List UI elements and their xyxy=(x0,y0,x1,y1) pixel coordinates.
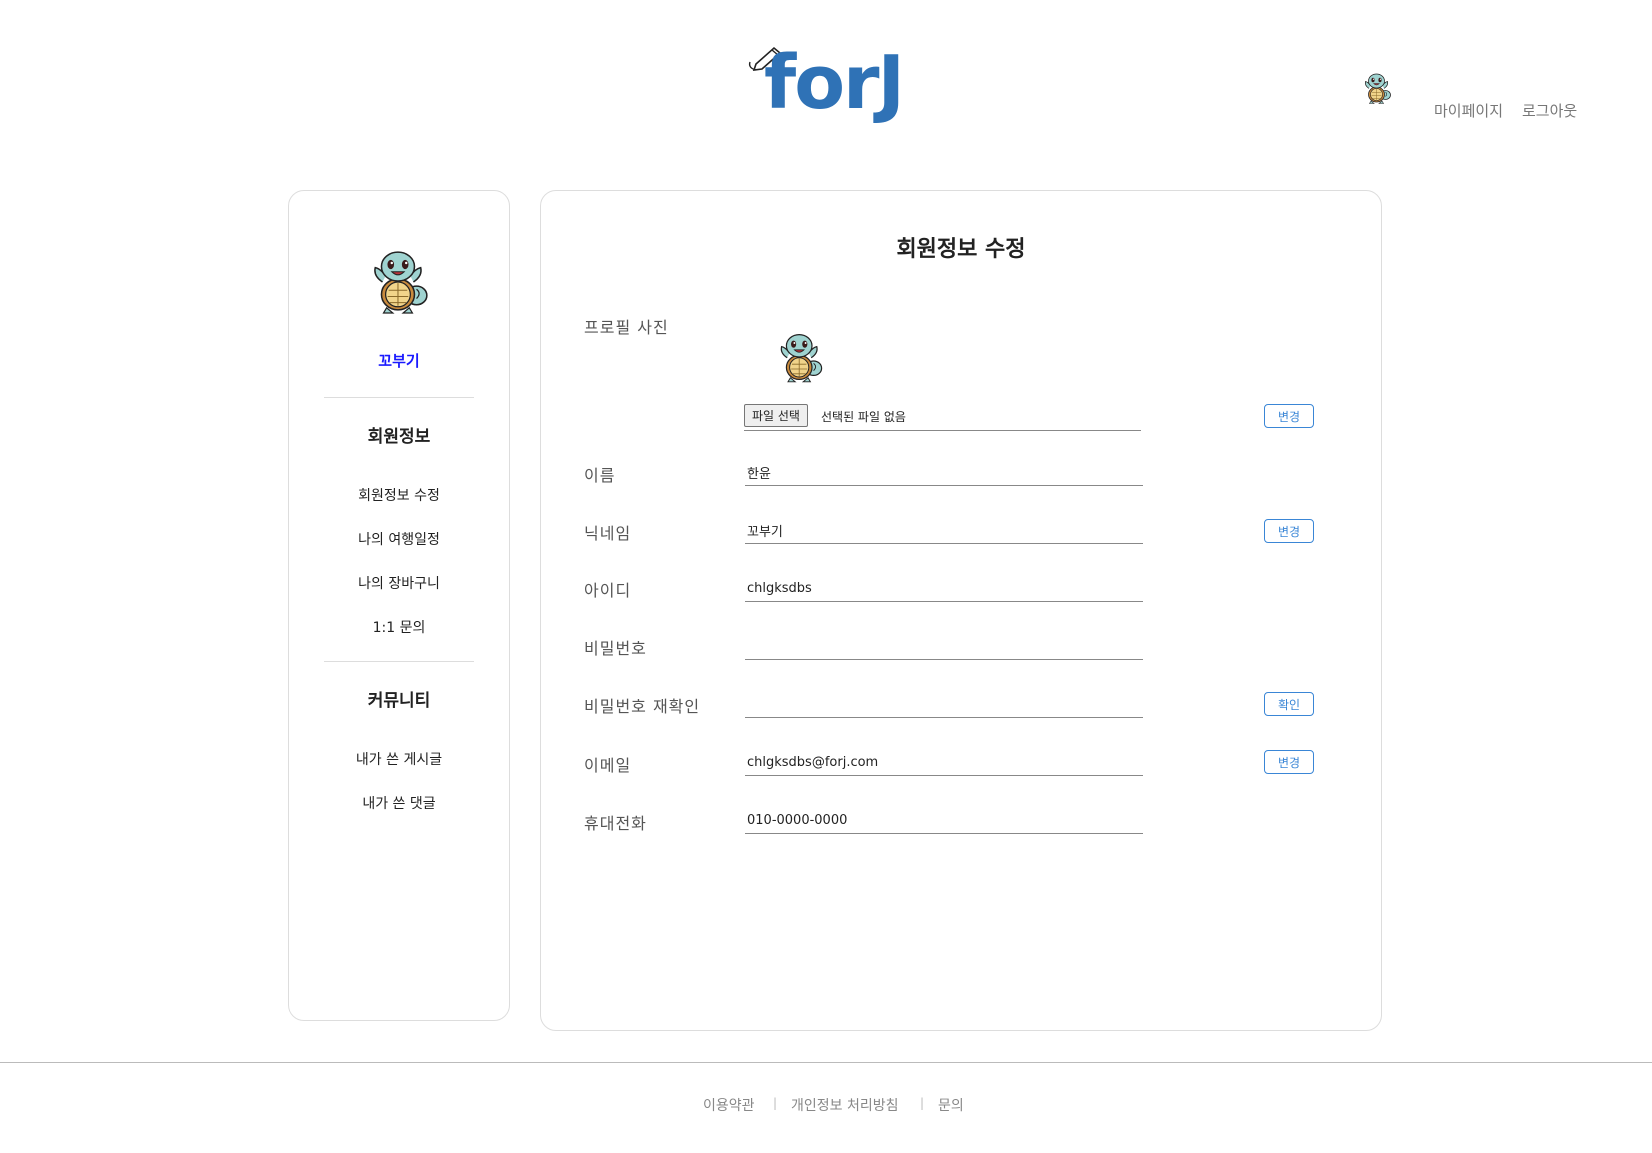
footer-inquiry-link[interactable]: 문의 xyxy=(938,1095,964,1115)
footer-separator: | xyxy=(773,1096,778,1110)
nav-mypage-link[interactable]: 마이페이지 xyxy=(1434,100,1503,121)
profile-edit-panel: 회원정보 수정 프로필 사진 파일 선택 선택된 파일 없음 변경 이름 닉네임… xyxy=(540,190,1382,1031)
logo-text: forJ xyxy=(764,40,905,126)
label-nickname: 닉네임 xyxy=(584,524,632,543)
email-change-button[interactable]: 변경 xyxy=(1264,750,1314,774)
label-phone: 휴대전화 xyxy=(584,814,647,833)
footer-privacy-link[interactable]: 개인정보 처리방침 xyxy=(791,1095,899,1115)
label-password-confirm: 비밀번호 재확인 xyxy=(584,697,701,716)
label-profile-photo: 프로필 사진 xyxy=(584,318,669,337)
turtle-avatar-icon xyxy=(368,248,430,314)
name-field[interactable] xyxy=(745,460,1143,486)
email-field[interactable] xyxy=(745,750,1143,776)
sidebar-heading-community: 커뮤니티 xyxy=(367,691,431,711)
password-field[interactable] xyxy=(745,634,1143,660)
file-input-row: 파일 선택 선택된 파일 없음 xyxy=(744,404,1141,431)
photo-change-button[interactable]: 변경 xyxy=(1264,404,1314,428)
userid-field[interactable] xyxy=(745,576,1143,602)
sidebar-item-edit-profile[interactable]: 회원정보 수정 xyxy=(289,485,509,505)
file-status-text: 선택된 파일 없음 xyxy=(821,410,906,424)
sidebar-item-my-comments[interactable]: 내가 쓴 댓글 xyxy=(289,793,509,813)
sidebar-item-my-posts[interactable]: 내가 쓴 게시글 xyxy=(289,749,509,769)
sidebar-nickname: 꼬부기 xyxy=(378,352,420,370)
page-title: 회원정보 수정 xyxy=(896,237,1026,262)
sidebar-divider xyxy=(324,397,474,398)
label-password: 비밀번호 xyxy=(584,639,647,658)
nav-logout-link[interactable]: 로그아웃 xyxy=(1522,100,1577,121)
turtle-avatar-icon xyxy=(776,331,824,383)
sidebar: 꼬부기 회원정보 회원정보 수정 나의 여행일정 나의 장바구니 1:1 문의 … xyxy=(288,190,510,1021)
sidebar-divider xyxy=(324,661,474,662)
password-confirm-field[interactable] xyxy=(745,692,1143,718)
sidebar-item-my-schedule[interactable]: 나의 여행일정 xyxy=(289,529,509,549)
label-userid: 아이디 xyxy=(584,581,632,600)
turtle-avatar-icon[interactable] xyxy=(1362,72,1392,104)
sidebar-item-inquiry[interactable]: 1:1 문의 xyxy=(289,617,509,637)
sidebar-heading-member: 회원정보 xyxy=(367,427,431,447)
nickname-field[interactable] xyxy=(745,518,1143,544)
password-check-button[interactable]: 확인 xyxy=(1264,692,1314,716)
label-name: 이름 xyxy=(584,466,616,485)
footer-terms-link[interactable]: 이용약관 xyxy=(703,1095,755,1115)
footer-separator: | xyxy=(920,1096,925,1110)
label-email: 이메일 xyxy=(584,756,632,775)
sidebar-item-my-cart[interactable]: 나의 장바구니 xyxy=(289,573,509,593)
forj-logo[interactable]: forJ xyxy=(748,42,908,122)
phone-field[interactable] xyxy=(745,808,1143,834)
nickname-change-button[interactable]: 변경 xyxy=(1264,519,1314,543)
file-select-button[interactable]: 파일 선택 xyxy=(744,404,808,427)
footer-divider xyxy=(0,1062,1652,1063)
